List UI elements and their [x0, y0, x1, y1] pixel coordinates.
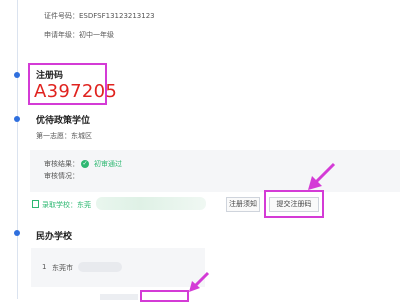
first-choice-text: 第一志愿：东城区: [36, 132, 92, 140]
redacted-bottom-item: [100, 294, 138, 300]
redacted-school-name: [96, 197, 206, 210]
review-result-value: 初审通过: [94, 160, 122, 168]
timeline-dot-private-school: [14, 230, 20, 236]
check-icon: ✓: [81, 160, 89, 168]
private-school-heading: 民办学校: [36, 232, 73, 242]
timeline-dot-policy-school: [14, 116, 20, 122]
document-icon: [32, 200, 39, 208]
timeline-dot-registration: [14, 72, 20, 78]
admitted-school-label: 录取学校：东莞: [42, 201, 91, 209]
certificate-id-text: 证件号码：ESDFSF13123213123: [44, 12, 155, 20]
review-result-label: 审核结果：: [44, 160, 79, 168]
registration-code: A397205: [34, 81, 118, 102]
private-item-index: 1: [42, 263, 47, 271]
private-item-name: 东莞市: [52, 264, 73, 272]
policy-school-heading: 优待政策学位: [36, 116, 91, 126]
review-panel: [30, 150, 400, 192]
registration-heading: 注册码: [36, 71, 64, 81]
timeline-line: [17, 0, 18, 299]
review-status-label: 审核情况：: [44, 172, 79, 180]
arrow-pointer-icon: [308, 162, 336, 190]
redacted-private-name: [78, 262, 122, 272]
arrow-pointer-icon-bottom: [189, 271, 210, 292]
submit-code-button[interactable]: 提交注册码: [269, 197, 319, 212]
bottom-highlight-box[interactable]: [140, 290, 189, 302]
grade-text: 申请年级：初中一年级: [44, 31, 114, 39]
notice-button[interactable]: 注册须知: [226, 197, 260, 212]
